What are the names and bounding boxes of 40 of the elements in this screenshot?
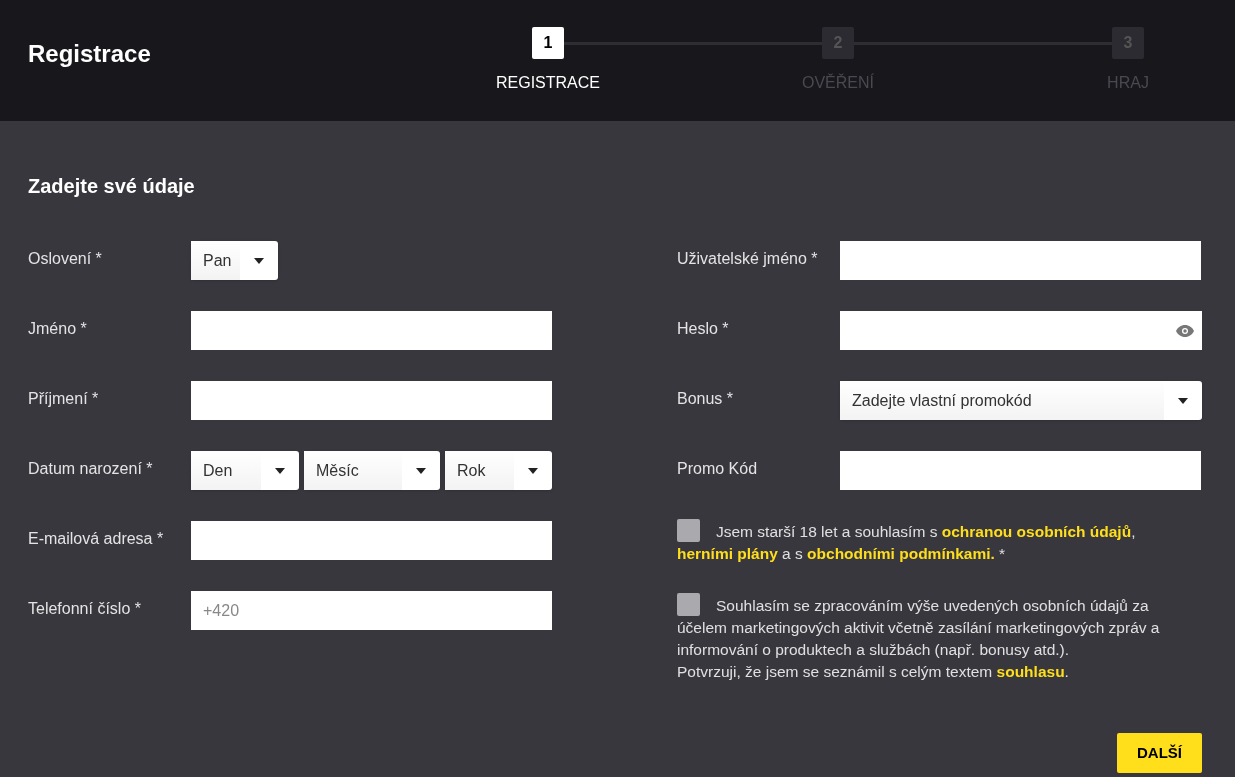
field-label: Jméno * xyxy=(28,319,88,339)
dropdown[interactable]: Měsíc xyxy=(304,451,440,490)
field-label: Datum narození * xyxy=(28,459,154,479)
next-button[interactable]: DALŠÍ xyxy=(1117,733,1202,773)
page-title: Registrace xyxy=(28,39,152,69)
dropdown[interactable]: Den xyxy=(191,451,299,490)
checkbox[interactable] xyxy=(677,593,700,616)
checkbox[interactable] xyxy=(677,519,700,542)
input-field[interactable] xyxy=(191,311,552,350)
step-label: REGISTRACE xyxy=(496,73,600,93)
consent-link[interactable]: obchodními podmínkami. xyxy=(807,545,995,562)
input-field[interactable] xyxy=(191,381,552,420)
consent-link[interactable]: souhlasu xyxy=(996,663,1065,680)
input-field[interactable] xyxy=(840,451,1201,490)
dropdown[interactable]: Pan xyxy=(191,241,278,280)
field-label: Telefonní číslo * xyxy=(28,599,142,619)
dropdown[interactable]: Zadejte vlastní promokód xyxy=(840,381,1202,420)
consent-text: Jsem starší 18 let a souhlasím s ochranou osobních údajů, herními plány a s obchodními podmínkami. * xyxy=(677,519,1197,565)
input-field[interactable]: +420 xyxy=(191,591,552,630)
section-heading: Zadejte své údaje xyxy=(28,174,196,199)
caret-icon xyxy=(275,467,285,474)
field-label: Oslovení * xyxy=(28,249,103,269)
field-label: E-mailová adresa * xyxy=(28,529,165,549)
field-label: Heslo * xyxy=(677,319,730,339)
input-field[interactable] xyxy=(840,241,1201,280)
field-label: Příjmení * xyxy=(28,389,100,409)
dropdown[interactable]: Rok xyxy=(445,451,552,490)
eye-icon[interactable] xyxy=(1176,324,1194,337)
caret-icon xyxy=(254,257,264,264)
caret-icon xyxy=(1178,397,1188,404)
caret-icon xyxy=(416,467,426,474)
caret-icon xyxy=(528,467,538,474)
password-field[interactable] xyxy=(840,311,1202,350)
field-label: Uživatelské jméno * xyxy=(677,249,819,269)
consent-link[interactable]: herními plány xyxy=(677,545,778,562)
input-field[interactable] xyxy=(191,521,552,560)
field-label: Bonus * xyxy=(677,389,735,409)
consent-text: Souhlasím se zpracováním výše uvedených osobních údajů za účelem marketingových aktivit včetně zasílání marketingových zpráv a informování o produktech a službách (např. bonusy atd.). Potvrzuji, že jsem se seznámil s celým textem souhlasu. xyxy=(677,593,1197,683)
field-label: Promo Kód xyxy=(677,459,759,479)
step-number: 1 xyxy=(532,27,564,59)
